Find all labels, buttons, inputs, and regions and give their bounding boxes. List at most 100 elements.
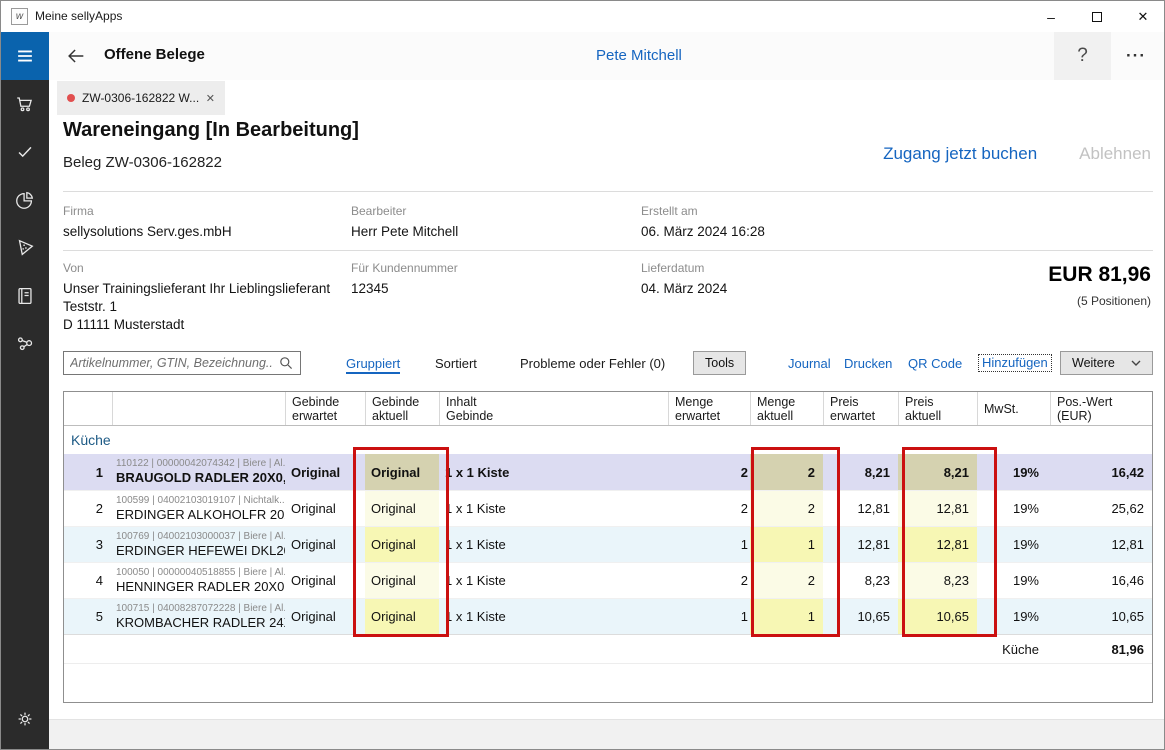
- table-row[interactable]: 4 100050 | 00000040518855 | Biere | Al..…: [64, 562, 1152, 598]
- app-icon: w: [11, 8, 28, 25]
- article-name: ERDINGER HEFEWEI DKL20X...: [116, 542, 285, 558]
- preis-aktuell-cell[interactable]: 10,65: [898, 599, 977, 634]
- search-input[interactable]: [64, 356, 278, 370]
- pos-wert-cell: 16,46: [1111, 573, 1144, 588]
- col-header-inhalt-gebinde: Inhalt Gebinde: [439, 392, 668, 425]
- unsaved-dot-icon: [67, 94, 75, 102]
- help-button[interactable]: ?: [1054, 32, 1111, 80]
- gebinde-erwartet-cell: Original: [291, 501, 336, 516]
- gebinde-aktuell-cell[interactable]: Original: [365, 491, 439, 526]
- tab-close-icon[interactable]: ✕: [206, 92, 215, 105]
- back-button[interactable]: [65, 45, 89, 67]
- preis-erwartet-cell: 12,81: [857, 501, 890, 516]
- article-id: 100050 | 00000040518855 | Biere | Al...: [116, 566, 285, 578]
- table-header: Gebinde erwartet Gebinde aktuell Inhalt …: [64, 392, 1152, 426]
- article-id: 100599 | 04002103019107 | Nichtalk...: [116, 494, 285, 506]
- maximize-icon: [1092, 11, 1102, 22]
- gebinde-aktuell-cell[interactable]: Original: [365, 599, 439, 634]
- col-header-gebinde-aktuell: Gebinde aktuell: [365, 392, 439, 425]
- col-header-index: [64, 392, 112, 425]
- tools-button[interactable]: Tools: [693, 351, 747, 375]
- bottom-status-strip: [49, 719, 1164, 749]
- preis-aktuell-cell[interactable]: 12,81: [898, 491, 977, 526]
- sidebar-item-statistics[interactable]: [1, 176, 49, 224]
- journal-link[interactable]: Journal: [788, 356, 831, 371]
- app-window: w Meine sellyApps – ✕ Offene Belege Pete…: [0, 0, 1165, 750]
- sidebar-item-catalog[interactable]: [1, 272, 49, 320]
- document-total: EUR 81,96: [1048, 263, 1151, 286]
- sidebar-item-cart[interactable]: [1, 80, 49, 128]
- book-icon: [18, 288, 32, 304]
- maximize-button[interactable]: [1074, 1, 1120, 32]
- table-row[interactable]: 1 110122 | 00000042074342 | Biere | Al..…: [64, 454, 1152, 490]
- article-name: BRAUGOLD RADLER 20X0,...: [116, 470, 285, 485]
- kundennummer-value: 12345: [351, 281, 389, 296]
- col-header-menge-aktuell: Menge aktuell: [750, 392, 823, 425]
- toggle-problems[interactable]: Probleme oder Fehler (0): [520, 356, 665, 371]
- gear-icon: [18, 712, 32, 726]
- header-more-button[interactable]: ···: [1114, 32, 1158, 80]
- tab-document[interactable]: ZW-0306-162822 W... ✕: [57, 81, 225, 115]
- gebinde-erwartet-cell: Original: [291, 573, 336, 588]
- hamburger-menu-button[interactable]: [1, 32, 49, 80]
- gebinde-aktuell-cell[interactable]: Original: [365, 454, 439, 490]
- menge-aktuell-cell[interactable]: 1: [750, 527, 823, 562]
- firma-value: sellysolutions Serv.ges.mbH: [63, 224, 232, 239]
- mwst-cell: 19%: [1012, 609, 1039, 624]
- user-name-link[interactable]: Pete Mitchell: [596, 47, 682, 64]
- preis-aktuell-cell[interactable]: 12,81: [898, 527, 977, 562]
- gebinde-erwartet-cell: Original: [291, 464, 341, 480]
- row-index: 4: [95, 573, 103, 588]
- minimize-button[interactable]: –: [1028, 1, 1074, 32]
- print-link[interactable]: Drucken: [844, 356, 892, 371]
- window-title: Meine sellyApps: [35, 9, 123, 23]
- table-group-footer: Küche 81,96: [64, 634, 1152, 664]
- group-footer-label: Küche: [1002, 641, 1039, 657]
- divider: [63, 250, 1153, 251]
- share-icon: [17, 337, 33, 351]
- sidebar-item-tasks[interactable]: [1, 128, 49, 176]
- search-box: [63, 351, 301, 375]
- settings-button[interactable]: [1, 695, 49, 743]
- add-link[interactable]: Hinzufügen: [978, 354, 1052, 372]
- sidebar-item-network[interactable]: [1, 320, 49, 368]
- search-button[interactable]: [278, 353, 300, 373]
- menge-erwartet-cell: 2: [740, 573, 748, 588]
- preis-erwartet-cell: 8,23: [864, 573, 890, 588]
- erstellt-value: 06. März 2024 16:28: [641, 224, 765, 239]
- table-row[interactable]: 3 100769 | 04002103000037 | Biere | Al..…: [64, 526, 1152, 562]
- row-index: 2: [95, 501, 103, 516]
- qr-code-link[interactable]: QR Code: [908, 356, 962, 371]
- col-header-menge-erwartet: Menge erwartet: [668, 392, 750, 425]
- table-row[interactable]: 2 100599 | 04002103019107 | Nichtalk... …: [64, 490, 1152, 526]
- close-button[interactable]: ✕: [1120, 1, 1164, 32]
- col-header-pos-wert: Pos.-Wert (EUR): [1050, 392, 1152, 425]
- more-dropdown-button[interactable]: Weitere: [1060, 351, 1153, 375]
- mwst-cell: 19%: [1012, 573, 1039, 588]
- menge-aktuell-cell[interactable]: 2: [750, 491, 823, 526]
- preis-aktuell-cell[interactable]: 8,21: [898, 454, 977, 490]
- shopping-cart-icon: [17, 97, 32, 112]
- sidebar-item-food[interactable]: [1, 224, 49, 272]
- toggle-sorted[interactable]: Sortiert: [435, 356, 477, 371]
- preis-aktuell-cell[interactable]: 8,23: [898, 563, 977, 598]
- reject-button[interactable]: Ablehnen: [1079, 144, 1151, 164]
- bearbeiter-label: Bearbeiter: [351, 204, 407, 218]
- article-cell: 100769 | 04002103000037 | Biere | Al... …: [112, 527, 285, 562]
- menge-aktuell-cell[interactable]: 2: [750, 563, 823, 598]
- preis-erwartet-cell: 12,81: [857, 537, 890, 552]
- gebinde-aktuell-cell[interactable]: Original: [365, 563, 439, 598]
- row-index: 1: [95, 464, 103, 480]
- col-header-mwst: MwSt.: [977, 392, 1050, 425]
- toggle-grouped[interactable]: Gruppiert: [346, 356, 401, 374]
- menge-aktuell-cell[interactable]: 2: [750, 454, 823, 490]
- menge-aktuell-cell[interactable]: 1: [750, 599, 823, 634]
- book-now-button[interactable]: Zugang jetzt buchen: [883, 144, 1037, 164]
- gebinde-aktuell-cell[interactable]: Original: [365, 527, 439, 562]
- search-icon: [280, 357, 293, 370]
- preis-erwartet-cell: 8,21: [864, 464, 890, 480]
- document-subtitle: Beleg ZW-0306-162822: [63, 154, 222, 171]
- table-row[interactable]: 5 100715 | 04008287072228 | Biere | Al..…: [64, 598, 1152, 634]
- inhalt-cell: 1 x 1 Kiste: [445, 537, 506, 552]
- von-line3: D 11111 Musterstadt: [63, 317, 185, 332]
